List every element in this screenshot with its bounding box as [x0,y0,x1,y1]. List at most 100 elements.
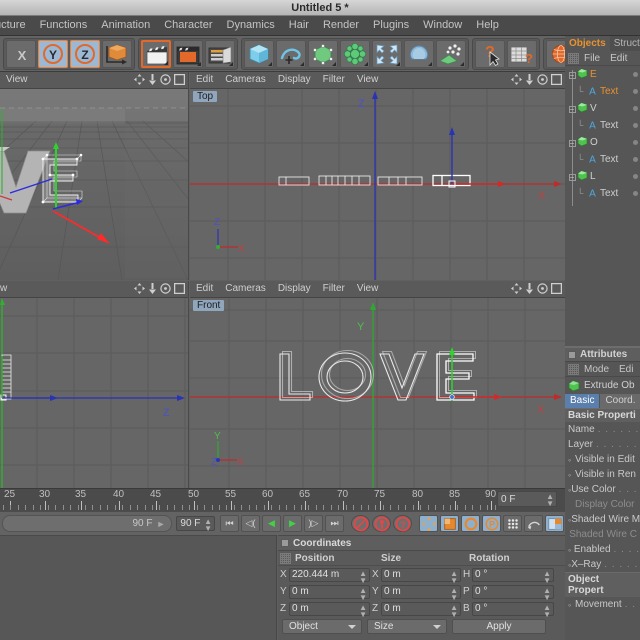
viewport-top[interactable]: Edit Cameras Display Filter View Top X Z… [190,72,565,280]
object-row[interactable]: − V [565,100,640,117]
rotate-view-icon[interactable] [160,283,171,294]
position-key-toggle[interactable] [419,515,438,532]
attribute-row[interactable]: ◦ Shaded Wire M [565,512,640,527]
keyframe-layout-toggle[interactable] [545,515,564,532]
attribute-row[interactable]: ◦ Movement. . [565,597,640,612]
viewport-menu-view-clipped[interactable]: w [0,281,13,297]
viewport-menu-view[interactable]: View [351,72,385,88]
timeline-ruler[interactable]: 25 30 35 40 45 50 55 60 65 70 75 80 85 90 [0,488,565,511]
auto-keying-mode-toggle[interactable] [524,515,543,532]
dolly-view-icon[interactable] [148,283,157,294]
menu-item-dynamics[interactable]: Dynamics [220,16,282,35]
content-browser[interactable]: ? [507,39,537,68]
menu-item-character[interactable]: Character [157,16,219,35]
viewport-menu-display[interactable]: Display [272,281,317,297]
autokeying-button[interactable] [372,515,391,532]
axis-y-toggle[interactable]: Y [38,39,68,68]
objects-tab-struct[interactable]: Struct [609,36,640,51]
dolly-view-icon[interactable] [148,74,157,85]
viewport-menu-filter[interactable]: Filter [317,72,351,88]
menu-item-hair[interactable]: Hair [282,16,316,35]
menu-item-window[interactable]: Window [416,16,469,35]
attribute-row[interactable]: ◦ Enabled. . . . [565,542,640,557]
render-view[interactable] [141,39,171,68]
world-object-coordinates[interactable] [102,39,132,68]
coordinates-rotation-field[interactable]: 0 ° ▲ ▼ [472,601,554,618]
timeline-scrubber[interactable]: 90 F ► [2,515,173,532]
visibility-dots[interactable] [633,72,638,77]
viewport-perspective[interactable]: View [0,72,189,280]
move-view-icon[interactable] [134,283,145,294]
axis-x-toggle[interactable]: X [6,39,36,68]
rotate-view-icon[interactable] [537,74,548,85]
viewport-front-canvas[interactable]: Front X Y Y X Z [190,298,565,488]
coordinates-size-field[interactable]: 0 m ▲ ▼ [381,584,461,601]
maximize-view-icon[interactable] [551,283,562,294]
render-settings[interactable] [205,39,235,68]
expand-toggle-icon[interactable]: − [567,104,577,114]
coordinates-position-field[interactable]: 0 m ▲ ▼ [289,584,370,601]
stepper-icon[interactable]: ▲ ▼ [450,586,458,601]
axis-z-toggle[interactable]: Z [70,39,100,68]
visibility-dots[interactable] [633,89,638,94]
add-deformer[interactable] [372,39,402,68]
current-frame-field[interactable]: 90 F ▲ ▼ [176,516,215,533]
add-particle-emitter[interactable] [436,39,466,68]
expand-toggle-icon[interactable]: − [567,138,577,148]
render-to-picture-viewer[interactable] [173,39,203,68]
objects-menu-edit[interactable]: Edit [605,53,632,64]
stepper-icon[interactable]: ▲ ▼ [546,493,554,508]
previous-key-button[interactable]: ◁( [241,515,260,532]
go-to-start-button[interactable]: ⏮ [220,515,239,532]
visibility-dots[interactable] [633,157,638,162]
coordinates-size-field[interactable]: 0 m ▲ ▼ [381,601,461,618]
viewport-perspective-canvas[interactable] [0,89,188,280]
attribute-row[interactable]: Shaded Wire C [565,527,640,542]
attributes-tab-basic[interactable]: Basic [565,394,601,408]
add-cube-object[interactable] [244,39,274,68]
visibility-dots[interactable] [633,123,638,128]
viewport-menu-view[interactable]: View [351,281,385,297]
preview-frame-field[interactable]: 0 F ▲ ▼ [497,491,557,508]
menu-item-render[interactable]: Render [316,16,366,35]
rotate-view-icon[interactable] [160,74,171,85]
move-view-icon[interactable] [134,74,145,85]
viewport-menu-cameras[interactable]: Cameras [219,72,272,88]
dolly-view-icon[interactable] [525,283,534,294]
move-view-icon[interactable] [511,74,522,85]
stepper-icon[interactable]: ▲ ▼ [359,569,367,584]
menu-item-plugins[interactable]: Plugins [366,16,416,35]
attribute-row[interactable]: ◦Use Color. . . . [565,482,640,497]
add-spline[interactable] [276,39,306,68]
play-forward-button[interactable]: ▶ [283,515,302,532]
object-row[interactable]: − L [565,168,640,185]
coordinates-rotation-field[interactable]: 0 ° ▲ ▼ [472,567,554,584]
menu-item-functions[interactable]: Functions [33,16,95,35]
viewport-right[interactable]: w Z [0,281,189,488]
viewport-menu-display[interactable]: Display [272,72,317,88]
object-row[interactable]: └ A Text [565,185,640,202]
apply-button[interactable]: Apply [452,619,546,634]
stepper-icon[interactable]: ▲ ▼ [543,586,551,601]
objects-tab-objects[interactable]: Objects [565,36,610,51]
attribute-row[interactable]: ◦X–Ray. . . . . . . [565,557,640,572]
attribute-row[interactable]: Name. . . . . . . [565,422,640,437]
grip-icon[interactable] [280,552,291,564]
viewport-front[interactable]: Edit Cameras Display Filter View Front X… [190,281,565,488]
play-reverse-button[interactable]: ◀ [262,515,281,532]
viewport-menu-filter[interactable]: Filter [317,281,351,297]
grip-icon[interactable] [568,363,579,375]
attribute-row[interactable]: Display Color [565,497,640,512]
object-row[interactable]: └ A Text [565,83,640,100]
rotate-view-icon[interactable] [537,283,548,294]
visibility-dots[interactable] [633,140,638,145]
stepper-icon[interactable]: ▲ ▼ [359,586,367,601]
stepper-icon[interactable]: ▲ ▼ [204,518,212,533]
stepper-icon[interactable]: ▲ ▼ [450,569,458,584]
object-row[interactable]: − E [565,66,640,83]
maximize-view-icon[interactable] [551,74,562,85]
attributes-tab-coord[interactable]: Coord. [600,394,640,408]
coordinates-position-field[interactable]: 0 m ▲ ▼ [289,601,370,618]
record-active-objects-button[interactable] [351,515,370,532]
go-to-end-button[interactable]: ⏭ [325,515,344,532]
